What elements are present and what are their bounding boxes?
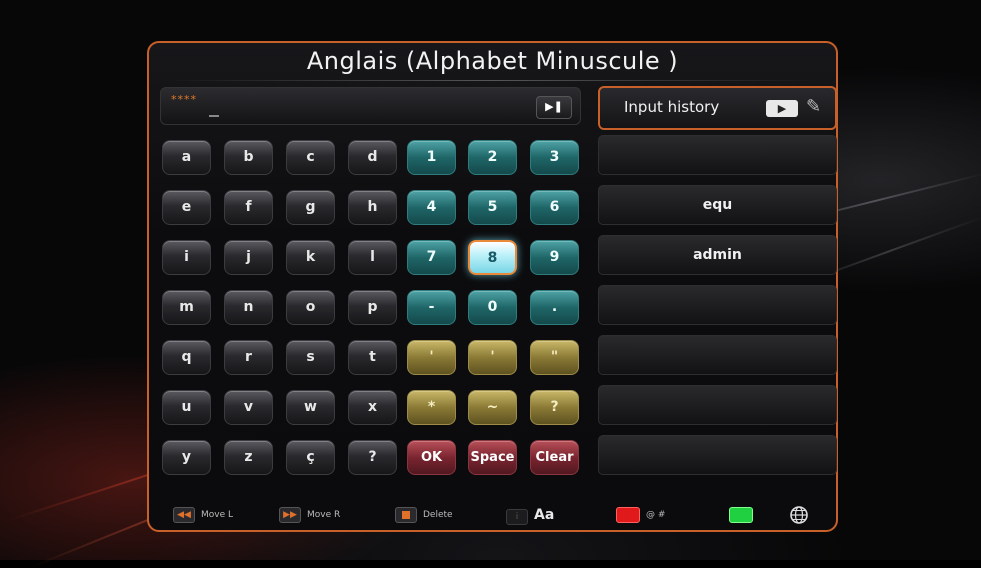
brush-icon[interactable]: ✎ xyxy=(806,96,821,117)
key-f[interactable]: f xyxy=(224,190,273,225)
key-2[interactable]: 2 xyxy=(468,140,517,175)
history-item[interactable] xyxy=(598,435,837,475)
legend-case: i Aa xyxy=(506,503,554,527)
legend-case-label: Aa xyxy=(534,507,555,523)
key-o[interactable]: o xyxy=(286,290,335,325)
legend-delete: Delete xyxy=(395,503,453,527)
key-symbol[interactable]: ç xyxy=(286,440,335,475)
key-8[interactable]: 8 xyxy=(468,240,517,275)
legend-bar: ◀◀ Move L ▶▶ Move R Delete i Aa @ # xyxy=(149,503,836,527)
key-c[interactable]: c xyxy=(286,140,335,175)
key-1[interactable]: 1 xyxy=(407,140,456,175)
history-item[interactable] xyxy=(598,335,837,375)
key-symbol[interactable]: . xyxy=(530,290,579,325)
key-n[interactable]: n xyxy=(224,290,273,325)
key-symbol[interactable]: - xyxy=(407,290,456,325)
key-j[interactable]: j xyxy=(224,240,273,275)
history-item[interactable] xyxy=(598,135,837,175)
red-button-icon xyxy=(616,506,640,523)
history-item[interactable] xyxy=(598,385,837,425)
key-m[interactable]: m xyxy=(162,290,211,325)
rewind-icon: ◀◀ xyxy=(173,506,195,523)
key-9[interactable]: 9 xyxy=(530,240,579,275)
key-d[interactable]: d xyxy=(348,140,397,175)
legend-move-right: ▶▶ Move R xyxy=(279,503,340,527)
arrow-right-icon[interactable]: ▶ xyxy=(766,100,798,117)
legend-green xyxy=(729,503,759,527)
key-i[interactable]: i xyxy=(162,240,211,275)
key-symbol[interactable]: ' xyxy=(407,340,456,375)
key-symbol[interactable]: ? xyxy=(348,440,397,475)
key-4[interactable]: 4 xyxy=(407,190,456,225)
key-r[interactable]: r xyxy=(224,340,273,375)
legend-move-right-label: Move R xyxy=(307,510,341,520)
key-w[interactable]: w xyxy=(286,390,335,425)
key-6[interactable]: 6 xyxy=(530,190,579,225)
legend-symbols-label: @ # xyxy=(646,510,666,520)
key-3[interactable]: 3 xyxy=(530,140,579,175)
key-a[interactable]: a xyxy=(162,140,211,175)
key-k[interactable]: k xyxy=(286,240,335,275)
history-item[interactable]: admin xyxy=(598,235,837,275)
key-symbol[interactable]: * xyxy=(407,390,456,425)
key-e[interactable]: e xyxy=(162,190,211,225)
key-u[interactable]: u xyxy=(162,390,211,425)
key-t[interactable]: t xyxy=(348,340,397,375)
key-7[interactable]: 7 xyxy=(407,240,456,275)
key-p[interactable]: p xyxy=(348,290,397,325)
key-b[interactable]: b xyxy=(224,140,273,175)
input-history-header[interactable]: Input history ▶ ✎ xyxy=(598,86,837,130)
key-symbol[interactable]: ~ xyxy=(468,390,517,425)
keyboard-title: Anglais (Alphabet Minuscule ) xyxy=(306,47,679,75)
stop-icon xyxy=(395,506,417,523)
history-item[interactable]: equ xyxy=(598,185,837,225)
input-history-label: Input history xyxy=(624,98,720,116)
fast-forward-icon: ▶▶ xyxy=(279,506,301,523)
info-icon: i xyxy=(506,508,528,525)
key-l[interactable]: l xyxy=(348,240,397,275)
masked-input-value: **** xyxy=(171,93,197,106)
key-5[interactable]: 5 xyxy=(468,190,517,225)
text-input-field[interactable]: **** ▶❚ xyxy=(160,87,581,125)
key-symbol[interactable]: " xyxy=(530,340,579,375)
virtual-keyboard-panel: Anglais (Alphabet Minuscule ) **** ▶❚ In… xyxy=(147,41,838,532)
key-0[interactable]: 0 xyxy=(468,290,517,325)
text-cursor xyxy=(209,115,219,117)
globe-icon[interactable] xyxy=(789,505,809,525)
key-v[interactable]: v xyxy=(224,390,273,425)
key-q[interactable]: q xyxy=(162,340,211,375)
play-pause-icon[interactable]: ▶❚ xyxy=(536,96,572,119)
green-button-icon xyxy=(729,506,753,523)
clear-button[interactable]: Clear xyxy=(530,440,579,475)
key-h[interactable]: h xyxy=(348,190,397,225)
space-button[interactable]: Space xyxy=(468,440,517,475)
key-z[interactable]: z xyxy=(224,440,273,475)
ok-button[interactable]: OK xyxy=(407,440,456,475)
key-g[interactable]: g xyxy=(286,190,335,225)
key-s[interactable]: s xyxy=(286,340,335,375)
history-item[interactable] xyxy=(598,285,837,325)
legend-delete-label: Delete xyxy=(423,510,453,520)
key-symbol[interactable]: ? xyxy=(530,390,579,425)
legend-move-left-label: Move L xyxy=(201,510,234,520)
legend-move-left: ◀◀ Move L xyxy=(173,503,233,527)
key-x[interactable]: x xyxy=(348,390,397,425)
legend-symbols: @ # xyxy=(616,503,665,527)
title-divider xyxy=(163,80,822,81)
key-y[interactable]: y xyxy=(162,440,211,475)
key-symbol[interactable]: ' xyxy=(468,340,517,375)
